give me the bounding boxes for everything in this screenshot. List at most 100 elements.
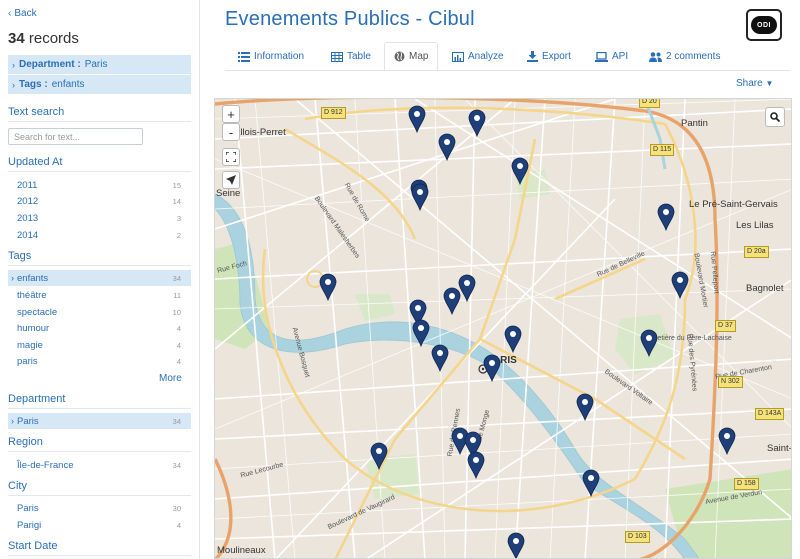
tab-information[interactable]: Information	[238, 42, 304, 71]
facet-item-magie[interactable]: magie 4	[8, 337, 191, 353]
facet-item-city-paris[interactable]: Paris 30	[8, 500, 191, 516]
search-input[interactable]	[8, 128, 143, 145]
tab-map[interactable]: Map	[384, 42, 439, 71]
facet-count: 4	[176, 520, 181, 530]
tab-table[interactable]: Table	[331, 42, 371, 71]
back-link[interactable]: ‹ Back	[8, 8, 37, 19]
tab-label: Map	[409, 51, 429, 62]
road-badge-d20a: D 20a	[744, 246, 769, 258]
users-icon	[649, 51, 662, 62]
laptop-icon	[595, 51, 608, 62]
tab-comments[interactable]: 2 comments	[649, 42, 720, 71]
facet-item-2011[interactable]: 2011 15	[8, 177, 191, 193]
map-label-moulineaux: Moulineaux	[217, 545, 266, 556]
zoom-in-label: +	[227, 106, 235, 122]
tab-label: Table	[347, 51, 371, 62]
active-filter-department[interactable]: › Department : Paris	[8, 55, 191, 74]
map-marker[interactable]	[640, 329, 658, 358]
map-marker[interactable]	[718, 427, 736, 456]
map-marker[interactable]	[504, 325, 522, 354]
map-view[interactable]: evallois-Perret Pantin Le Pré-Saint-Gerv…	[214, 98, 792, 559]
map-marker[interactable]	[438, 133, 456, 162]
records-number: 34	[8, 30, 25, 47]
tab-export[interactable]: Export	[527, 42, 571, 71]
facet-item-spectacle[interactable]: spectacle 10	[8, 304, 191, 320]
facet-item-2013[interactable]: 2013 3	[8, 210, 191, 226]
map-marker[interactable]	[412, 319, 430, 348]
tab-label: API	[612, 51, 629, 62]
fullscreen-button[interactable]	[222, 148, 240, 166]
share-button[interactable]: Share ▼	[736, 78, 773, 89]
tab-label: Information	[254, 51, 305, 62]
map-label-pre-saint-gervais: Le Pré-Saint-Gervais	[689, 199, 778, 210]
map-marker[interactable]	[657, 203, 675, 232]
zoom-out-button[interactable]: -	[222, 123, 240, 141]
map-label-lilas: Les Lilas	[736, 220, 774, 231]
tab-label: Analyze	[468, 51, 504, 62]
zoom-out-label: -	[228, 124, 234, 140]
map-marker[interactable]	[483, 354, 501, 383]
chevron-right-icon: ›	[11, 416, 14, 426]
facet-label: 2013	[17, 212, 39, 224]
map-marker[interactable]	[319, 273, 337, 302]
map-marker[interactable]	[467, 451, 485, 480]
facet-item-idf[interactable]: Île-de-France 34	[8, 457, 191, 473]
city-title: City	[8, 480, 191, 496]
bar-chart-icon	[452, 51, 464, 62]
region-title: Region	[8, 436, 191, 452]
map-marker[interactable]	[671, 271, 689, 300]
active-filter-tags[interactable]: › Tags : enfants	[8, 75, 191, 94]
chevron-left-icon: ‹	[8, 8, 12, 19]
facet-label: magie	[17, 339, 43, 351]
road-badge-d20: D 20	[639, 99, 660, 108]
more-tags-link[interactable]: More	[159, 373, 182, 384]
start-date-title: Start Date	[8, 540, 191, 556]
facet-item-dept-paris[interactable]: › Paris 34	[8, 413, 191, 429]
updated-at-title: Updated At	[8, 156, 191, 172]
zoom-in-button[interactable]: +	[222, 105, 240, 123]
facet-item-theatre[interactable]: théâtre 11	[8, 287, 191, 303]
map-marker[interactable]	[576, 393, 594, 422]
map-marker[interactable]	[370, 442, 388, 471]
facet-count: 14	[172, 196, 181, 206]
tab-api[interactable]: API	[595, 42, 628, 71]
facet-item-enfants[interactable]: › enfants 34	[8, 270, 191, 286]
facet-item-city-parigi[interactable]: Parigi 4	[8, 517, 191, 533]
filter-value: enfants	[51, 79, 85, 90]
facet-count: 34	[172, 416, 181, 426]
records-label: records	[28, 30, 79, 47]
map-marker[interactable]	[431, 344, 449, 373]
filter-value: Paris	[84, 59, 108, 70]
locate-button[interactable]	[222, 171, 240, 189]
facet-item-humour[interactable]: humour 4	[8, 320, 191, 336]
map-marker[interactable]	[408, 105, 426, 134]
facet-item-2012[interactable]: 2012 14	[8, 193, 191, 209]
facet-label: Paris	[17, 502, 39, 514]
road-badge-n302: N 302	[718, 376, 743, 388]
map-marker[interactable]	[511, 157, 529, 186]
facet-item-paris[interactable]: paris 4	[8, 353, 191, 369]
facet-label: paris	[17, 355, 38, 367]
map-marker[interactable]	[507, 532, 525, 558]
tab-analyze[interactable]: Analyze	[452, 42, 504, 71]
map-marker[interactable]	[582, 469, 600, 498]
facet-label: spectacle	[17, 306, 58, 318]
map-label-saint-mande: Saint-Mand	[767, 443, 792, 454]
share-label: Share	[736, 78, 763, 89]
facet-count: 34	[172, 273, 181, 283]
map-marker[interactable]	[411, 183, 429, 212]
facet-label: 2014	[17, 229, 39, 241]
search-icon	[770, 112, 780, 122]
map-marker[interactable]	[443, 287, 461, 316]
road-badge-d103: D 103	[625, 531, 650, 543]
logo-text: ODI	[757, 21, 771, 29]
map-search-button[interactable]	[765, 107, 785, 127]
road-badge-d37: D 37	[715, 320, 736, 332]
sidebar: ‹ Back 34 records › Department : Paris ›…	[0, 0, 200, 559]
facet-item-2014[interactable]: 2014 2	[8, 227, 191, 243]
map-marker[interactable]	[468, 109, 486, 138]
road-badge-d912: D 912	[321, 107, 346, 119]
road-badge-d158: D 158	[734, 478, 759, 490]
map-label-seine: Seine	[216, 188, 241, 199]
fullscreen-icon	[226, 152, 236, 162]
